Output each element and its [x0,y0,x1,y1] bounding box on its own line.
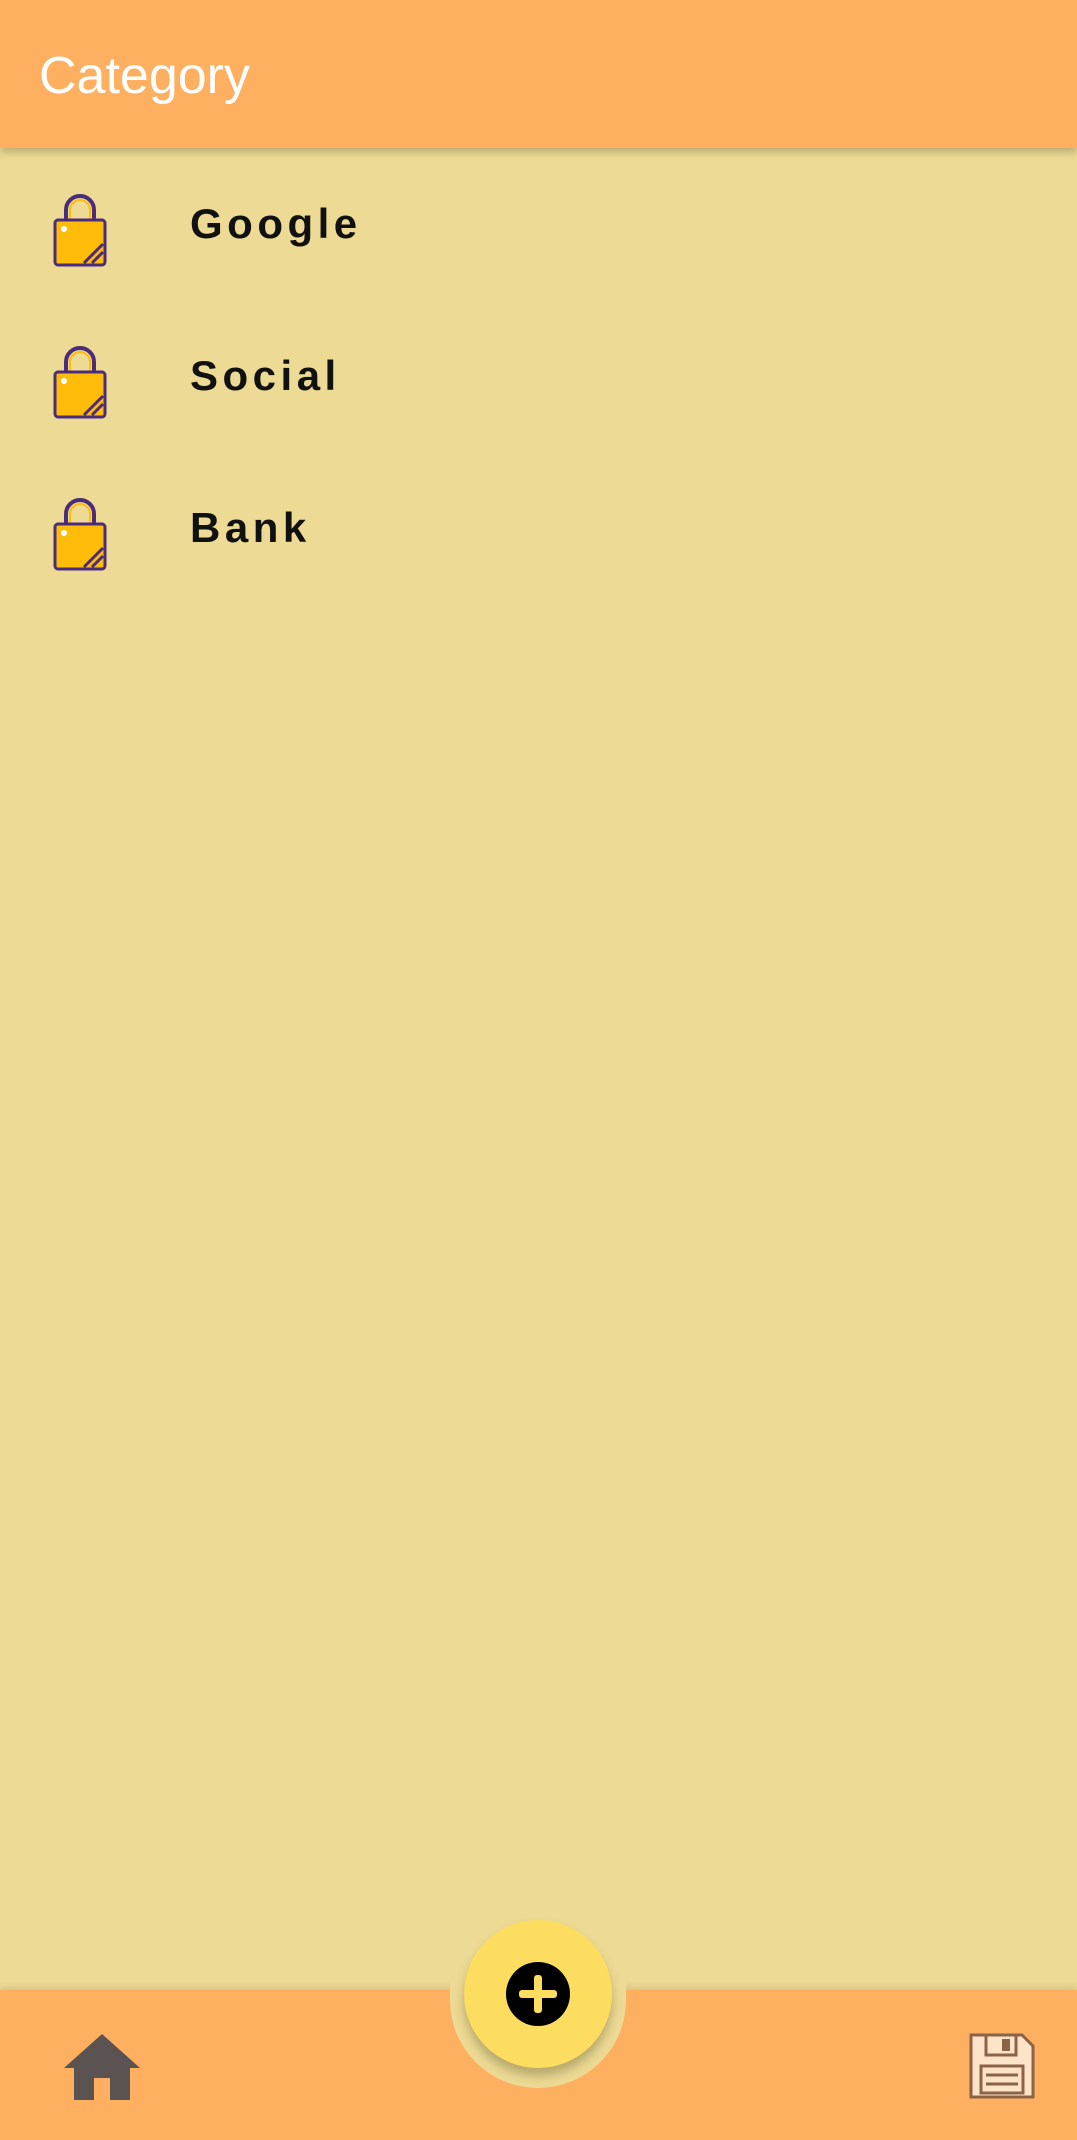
category-item-google[interactable]: Google [0,148,1077,300]
category-item-bank[interactable]: Bank [0,452,1077,604]
category-label: Social [190,352,341,399]
add-category-button[interactable] [464,1920,612,2068]
lock-icon [53,346,107,419]
lock-icon [53,194,107,267]
page-title: Category [39,47,250,105]
category-item-social[interactable]: Social [0,300,1077,452]
floppy-disk-icon[interactable] [968,2032,1036,2100]
lock-icon [53,498,107,571]
plus-circle-icon [506,1962,570,2026]
app-bar: Category [0,0,1077,148]
category-label: Google [190,200,362,247]
category-label: Bank [190,504,311,551]
home-icon[interactable] [62,2030,142,2102]
